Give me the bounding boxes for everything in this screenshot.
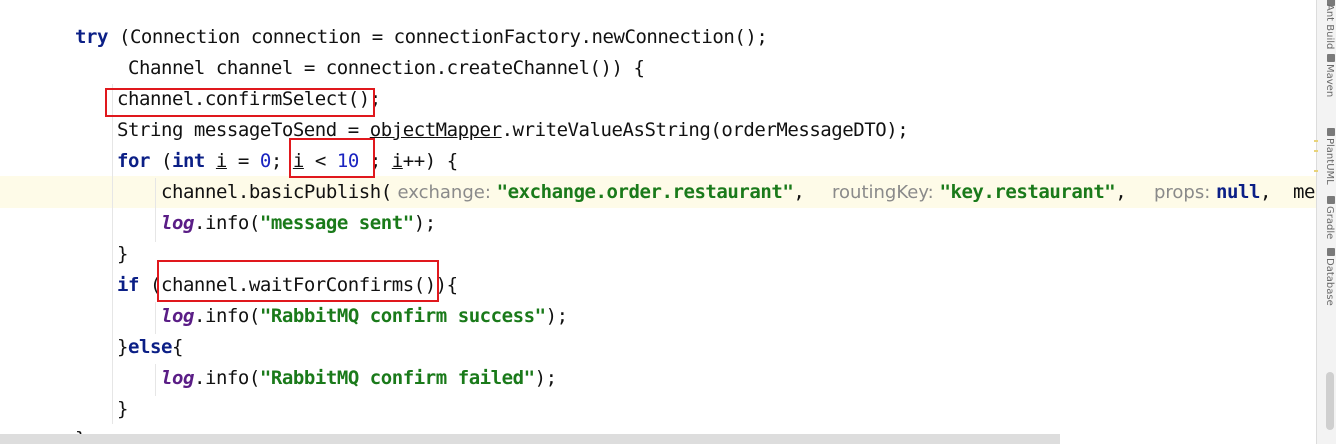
keyword-try: try xyxy=(75,26,108,48)
code-text: (Connection connection = connectionFacto… xyxy=(107,26,768,48)
code-text: .info( xyxy=(193,305,260,327)
gradle-icon xyxy=(1327,196,1335,204)
scroll-marker xyxy=(1314,140,1318,142)
code-text: ); xyxy=(545,305,568,327)
keyword-if: if xyxy=(117,274,139,296)
indent-guide xyxy=(155,178,156,242)
annotation-box-confirm-select xyxy=(105,88,375,117)
log-field: log xyxy=(161,212,194,234)
string-literal: "message sent" xyxy=(259,212,414,234)
scroll-marker xyxy=(1314,170,1318,172)
code-line-6[interactable]: channel.basicPublish( exchange: "exchang… xyxy=(161,177,1315,207)
code-line-12[interactable]: log.info("RabbitMQ confirm failed"); xyxy=(161,363,557,393)
annotation-box-loop-condition xyxy=(289,138,375,178)
horizontal-scrollbar[interactable] xyxy=(0,434,1060,444)
tool-tab-database[interactable]: Database xyxy=(1321,258,1335,306)
code-text: ( xyxy=(149,150,172,172)
scroll-marker xyxy=(1314,150,1318,152)
indent-guide xyxy=(112,84,113,424)
code-text: , xyxy=(1260,181,1293,203)
code-text: } xyxy=(117,336,128,358)
code-line-11[interactable]: }else{ xyxy=(117,332,183,362)
code-text: .info( xyxy=(193,367,260,389)
code-line-4[interactable]: String messageToSend = objectMapper.writ… xyxy=(117,115,909,145)
code-text: = xyxy=(226,150,260,172)
string-literal: "RabbitMQ confirm failed" xyxy=(259,367,535,389)
tool-tab-gradle[interactable]: Gradle xyxy=(1321,206,1335,239)
parameter-hint-exchange: exchange: xyxy=(391,182,497,203)
code-line-13[interactable]: } xyxy=(117,394,128,424)
code-text: } xyxy=(117,243,128,265)
log-field: log xyxy=(161,305,194,327)
tool-tab-maven[interactable]: Maven xyxy=(1321,64,1335,97)
code-line-2[interactable]: Channel channel = connection.createChann… xyxy=(128,53,645,83)
tool-tab-ant-build[interactable]: Ant Build xyxy=(1321,4,1335,49)
code-editor[interactable]: try (Connection connection = connectionF… xyxy=(0,0,1316,444)
vertical-scrollbar-thumb[interactable] xyxy=(1326,372,1334,430)
code-line-8[interactable]: } xyxy=(117,239,128,269)
tool-tab-plantuml[interactable]: PlantUML xyxy=(1321,138,1335,185)
code-text: } xyxy=(117,398,128,420)
code-text: me xyxy=(1292,181,1315,203)
code-text: ); xyxy=(534,367,557,389)
keyword-null: null xyxy=(1216,181,1260,203)
keyword-for: for xyxy=(117,150,150,172)
keyword-else: else xyxy=(128,336,172,358)
variable-i: i xyxy=(215,150,227,172)
code-text: ++) { xyxy=(402,150,458,172)
code-text: { xyxy=(171,336,183,358)
code-text: .writeValueAsString(orderMessageDTO); xyxy=(501,119,909,141)
plantuml-icon xyxy=(1327,128,1335,136)
code-text: ); xyxy=(413,212,436,234)
code-line-10[interactable]: log.info("RabbitMQ confirm success"); xyxy=(161,301,568,331)
code-text-underlined: objectMapper xyxy=(369,119,502,141)
annotation-box-wait-for-confirms xyxy=(157,260,439,302)
code-text: Channel channel = connection.createChann… xyxy=(128,57,645,79)
code-line-5[interactable]: for (int i = 0; i < 10 ; i++) { xyxy=(117,146,458,176)
variable-i: i xyxy=(391,150,403,172)
indent-guide xyxy=(155,364,156,396)
keyword-int: int xyxy=(171,150,205,172)
code-line-1[interactable]: try (Connection connection = connectionF… xyxy=(75,22,768,52)
code-text: , xyxy=(1115,181,1149,203)
maven-icon xyxy=(1327,54,1335,62)
code-text: , xyxy=(793,181,827,203)
parameter-hint-props: props: xyxy=(1148,182,1217,203)
database-icon xyxy=(1327,248,1335,256)
string-literal: "exchange.order.restaurant" xyxy=(496,181,794,203)
string-literal: "key.restaurant" xyxy=(939,181,1116,203)
string-literal: "RabbitMQ confirm success" xyxy=(259,305,546,327)
number-literal: 0 xyxy=(259,150,271,172)
indent-guide xyxy=(155,302,156,334)
log-field: log xyxy=(161,367,194,389)
code-line-7[interactable]: log.info("message sent"); xyxy=(161,208,436,238)
code-text: .info( xyxy=(193,212,260,234)
parameter-hint-routing-key: routingKey: xyxy=(826,182,940,203)
code-text: channel.basicPublish( xyxy=(161,181,392,203)
